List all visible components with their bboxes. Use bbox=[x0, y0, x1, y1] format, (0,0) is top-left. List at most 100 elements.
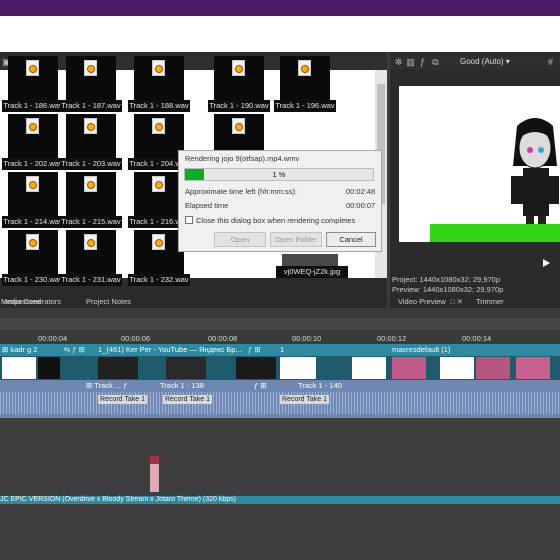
video-frame bbox=[236, 357, 276, 379]
open-button[interactable]: Open bbox=[214, 232, 266, 247]
media-file-label: Track 1 - 187.wav bbox=[60, 100, 122, 112]
media-file-tile[interactable]: Track 1 - 188.wav bbox=[128, 56, 190, 114]
music-note-icon bbox=[29, 65, 37, 73]
audio-file-icon bbox=[84, 118, 97, 134]
small-clip-header bbox=[150, 456, 159, 464]
media-file-tile[interactable]: Track 1 - 203.wav bbox=[60, 114, 122, 172]
tab-project-notes[interactable]: Project Notes bbox=[82, 296, 135, 308]
ruler-label: 00:00:06 bbox=[121, 334, 151, 343]
record-take-tag: Record Take 1 bbox=[98, 395, 148, 404]
media-file-label: Track 1 - 186.wav bbox=[2, 100, 64, 112]
audio-clip-title: Track 1 - 140 bbox=[298, 381, 342, 390]
audio-file-icon bbox=[84, 60, 97, 76]
tab-close-icon[interactable]: □ ✕ bbox=[446, 296, 467, 308]
fx-icon[interactable]: ƒ bbox=[418, 58, 427, 67]
preview-tabs: Video Preview □ ✕ Trimmer bbox=[390, 296, 560, 308]
media-file-tile[interactable]: Track 1 - 186.wav bbox=[2, 56, 64, 114]
media-file-label: Track 1 - 214.wav bbox=[2, 216, 64, 228]
music-note-icon bbox=[235, 65, 243, 73]
elapsed-label: Elapsed time bbox=[185, 201, 229, 210]
preview-quality-value: Good (Auto) bbox=[460, 57, 504, 66]
video-frame bbox=[392, 357, 426, 379]
media-file-tile[interactable]: Track 1 - 190.wav bbox=[208, 56, 270, 114]
bottom-track-area[interactable] bbox=[0, 504, 560, 560]
timeline-header bbox=[0, 308, 560, 318]
tab-media-generators[interactable]: Media Generators bbox=[0, 296, 65, 308]
audio-file-icon bbox=[26, 176, 39, 192]
music-note-icon bbox=[29, 123, 37, 131]
cancel-button[interactable]: Cancel bbox=[326, 232, 376, 247]
music-note-icon bbox=[301, 65, 309, 73]
preview-info: Project: 1440x1080x32; 29,970p Preview: … bbox=[392, 275, 503, 295]
media-file-label: Track 1 - 196.wav bbox=[274, 100, 336, 112]
empty-track-area[interactable] bbox=[0, 418, 560, 496]
time-left-label: Approximate time left (hh:mm:ss): bbox=[185, 187, 298, 196]
media-thumbnail-image[interactable] bbox=[198, 254, 270, 278]
record-take-tag: Record Take 1 bbox=[280, 395, 330, 404]
media-file-tile[interactable]: Track 1 - 215.wav bbox=[60, 172, 122, 230]
media-file-label: Track 1 - 215.wav bbox=[60, 216, 122, 228]
video-frame bbox=[2, 357, 36, 379]
ruler-label: 00:00:14 bbox=[462, 334, 492, 343]
audio-clip-name: Track ... bbox=[94, 381, 122, 390]
ruler-label: 00:00:08 bbox=[208, 334, 238, 343]
music-note-icon bbox=[87, 181, 95, 189]
video-clip-title: ⊞ kadr g 2 bbox=[2, 345, 38, 354]
elapsed-value: 00:00:07 bbox=[346, 201, 376, 210]
music-note-icon bbox=[235, 123, 243, 131]
preview-grass bbox=[430, 224, 560, 242]
media-file-tile[interactable]: Track 1 - 231.wav bbox=[60, 230, 122, 288]
open-folder-button[interactable]: Open Folder bbox=[270, 232, 322, 247]
video-frame bbox=[352, 357, 386, 379]
music-note-icon bbox=[87, 65, 95, 73]
play-icon[interactable] bbox=[543, 259, 550, 267]
video-frame bbox=[440, 357, 474, 379]
copy-frame-icon[interactable]: ⧉ bbox=[431, 58, 440, 67]
clip-fx-icons[interactable]: ƒ ⊞ bbox=[248, 344, 278, 356]
audio-file-icon bbox=[26, 118, 39, 134]
music-note-icon bbox=[155, 123, 163, 131]
audio-file-icon bbox=[26, 60, 39, 76]
music-note-icon bbox=[87, 239, 95, 247]
project-resolution: Project: 1440x1080x32; 29,970p bbox=[392, 275, 500, 284]
close-on-complete-checkbox[interactable] bbox=[185, 216, 193, 224]
video-frame bbox=[38, 357, 60, 379]
audio-file-icon bbox=[84, 234, 97, 250]
audio-clip-title: Track 1 - 138 bbox=[160, 381, 204, 390]
audio-file-icon bbox=[152, 60, 165, 76]
video-frame bbox=[476, 357, 510, 379]
audio-file-icon bbox=[152, 234, 165, 250]
ruler-label: 00:00:04 bbox=[38, 334, 68, 343]
audio-file-icon bbox=[84, 176, 97, 192]
audio-clip-fx-icons[interactable]: ƒ ⊞ bbox=[254, 381, 267, 391]
media-file-tile[interactable]: Track 1 - 187.wav bbox=[60, 56, 122, 114]
music-note-icon bbox=[29, 181, 37, 189]
media-file-tile[interactable]: Track 1 - 202.wav bbox=[2, 114, 64, 172]
audio-file-icon bbox=[152, 118, 165, 134]
preview-frame bbox=[399, 86, 560, 242]
top-blank-area bbox=[0, 16, 560, 52]
media-file-label: Track 1 - 231.wav bbox=[60, 274, 122, 286]
audio-file-icon bbox=[26, 234, 39, 250]
media-file-label: Track 1 - 188.wav bbox=[128, 100, 190, 112]
music-note-icon bbox=[87, 123, 95, 131]
grid-icon[interactable]: # bbox=[546, 58, 555, 67]
audio-file-icon bbox=[298, 60, 311, 76]
render-progress-text: 1 % bbox=[272, 170, 286, 179]
media-file-tile[interactable]: Track 1 - 196.wav bbox=[274, 56, 336, 114]
music-note-icon bbox=[155, 181, 163, 189]
preview-quality-dropdown[interactable]: Good (Auto) ▾ bbox=[460, 57, 510, 66]
audio-clip-title: ⊞ Track ... ƒ bbox=[86, 381, 128, 390]
tab-trimmer[interactable]: Trimmer bbox=[472, 296, 508, 308]
render-title: Rendering jojo 9(otfsap).mp4.wmv bbox=[185, 154, 300, 163]
gear-icon[interactable]: ✲ bbox=[394, 58, 403, 67]
music-note-icon bbox=[155, 239, 163, 247]
split-screen-icon[interactable]: ▥ bbox=[406, 58, 415, 67]
media-file-tile[interactable]: Track 1 - 230.wav bbox=[2, 230, 64, 288]
time-left-value: 00:02:48 bbox=[346, 187, 376, 196]
music-note-icon bbox=[29, 239, 37, 247]
tab-video-preview[interactable]: Video Preview bbox=[394, 296, 450, 308]
media-file-tile[interactable]: Track 1 - 214.wav bbox=[2, 172, 64, 230]
media-thumbnail-label: vj0WEQ-jZ2k.jpg bbox=[276, 266, 348, 278]
clip-fx-icons[interactable]: ⇆ ƒ ⊞ bbox=[64, 344, 98, 356]
